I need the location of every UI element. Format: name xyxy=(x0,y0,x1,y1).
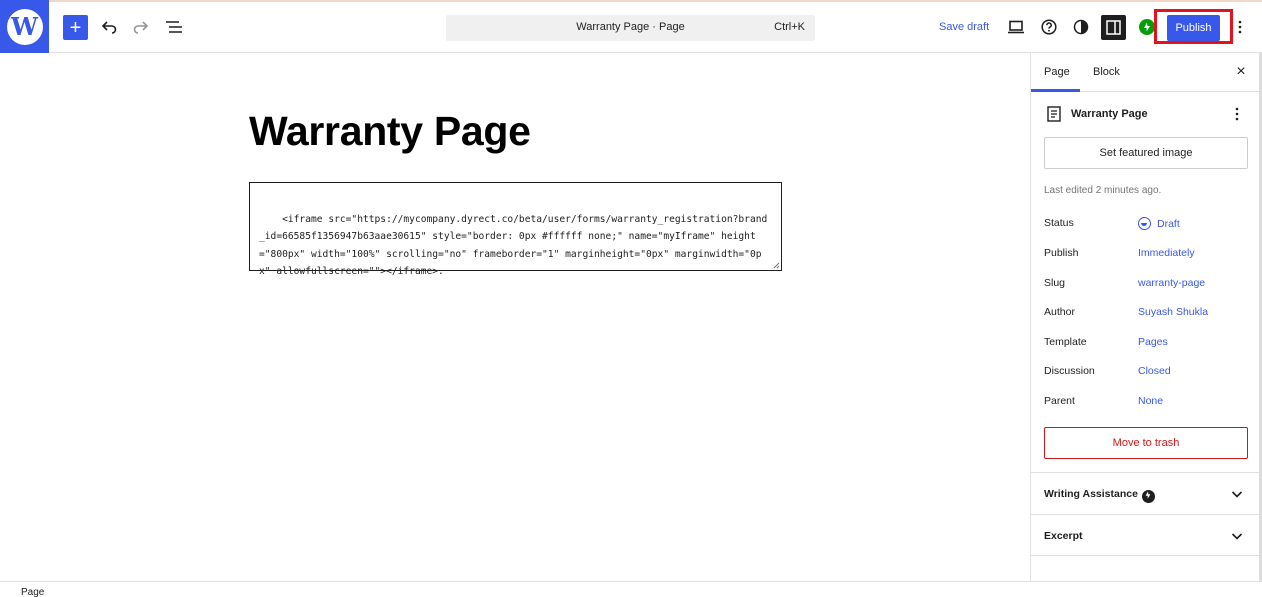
page-title[interactable]: Warranty Page xyxy=(249,108,531,155)
save-draft-button[interactable]: Save draft xyxy=(939,21,989,33)
meta-row-publish: Publish Immediately xyxy=(1044,247,1248,263)
preview-icon[interactable] xyxy=(1006,14,1026,40)
document-title-label: Warranty Page · Page xyxy=(576,21,685,33)
slug-label: Slug xyxy=(1044,277,1066,289)
chevron-down-icon xyxy=(1231,491,1243,498)
html-block-content: <iframe src="https://mycompany.dyrect.co… xyxy=(259,213,768,278)
redo-icon[interactable] xyxy=(130,14,152,40)
meta-row-template: Template Pages xyxy=(1044,336,1248,352)
resize-handle-icon[interactable] xyxy=(772,261,780,269)
sidebar-icon xyxy=(1106,20,1121,35)
parent-value[interactable]: None xyxy=(1138,395,1163,407)
template-value[interactable]: Pages xyxy=(1138,336,1168,348)
set-featured-image-button[interactable]: Set featured image xyxy=(1044,137,1248,169)
close-icon[interactable]: × xyxy=(1234,64,1248,80)
shortcut-hint: Ctrl+K xyxy=(774,21,805,33)
editor-canvas[interactable]: Warranty Page <iframe src="https://mycom… xyxy=(0,53,1030,581)
publish-value[interactable]: Immediately xyxy=(1138,247,1195,259)
document-actions-icon[interactable] xyxy=(1231,105,1243,123)
excerpt-panel[interactable]: Excerpt xyxy=(1031,514,1261,556)
page-document-icon xyxy=(1047,106,1061,122)
command-palette-button[interactable]: Warranty Page · Page Ctrl+K xyxy=(446,15,815,41)
slug-value[interactable]: warranty-page xyxy=(1138,277,1205,289)
breadcrumb-page[interactable]: Page xyxy=(21,587,44,597)
writing-assistance-panel[interactable]: Writing Assistance xyxy=(1031,472,1261,514)
excerpt-title: Excerpt xyxy=(1044,530,1083,542)
settings-sidebar-toggle[interactable] xyxy=(1101,15,1126,40)
status-value[interactable]: Draft xyxy=(1138,217,1180,230)
add-block-button[interactable]: + xyxy=(63,15,88,40)
editor-header: W + Warranty Page · Page Ctrl+K Save dra… xyxy=(0,0,1262,53)
wordpress-logo-button[interactable]: W xyxy=(0,0,49,53)
move-to-trash-button[interactable]: Move to trash xyxy=(1044,427,1248,459)
settings-sidebar: Page Block × Warranty Page Set featured … xyxy=(1030,53,1261,581)
discussion-value[interactable]: Closed xyxy=(1138,365,1171,377)
style-contrast-icon[interactable] xyxy=(1071,14,1091,40)
meta-row-parent: Parent None xyxy=(1044,395,1248,411)
list-view-icon[interactable] xyxy=(162,14,186,40)
meta-row-author: Author Suyash Shukla xyxy=(1044,306,1248,322)
tab-page[interactable]: Page xyxy=(1044,66,1070,78)
html-block-textarea[interactable]: <iframe src="https://mycompany.dyrect.co… xyxy=(249,182,782,277)
parent-label: Parent xyxy=(1044,395,1075,407)
status-label: Status xyxy=(1044,217,1074,229)
more-options-icon[interactable] xyxy=(1234,14,1246,40)
meta-row-status: Status Draft xyxy=(1044,217,1248,233)
author-label: Author xyxy=(1044,306,1075,318)
publish-label: Publish xyxy=(1044,247,1079,259)
meta-row-slug: Slug warranty-page xyxy=(1044,277,1248,293)
jetpack-icon[interactable] xyxy=(1139,19,1155,35)
publish-button[interactable]: Publish xyxy=(1167,15,1220,41)
meta-row-discussion: Discussion Closed xyxy=(1044,365,1248,381)
draft-status-icon xyxy=(1138,217,1151,230)
last-edited-text: Last edited 2 minutes ago. xyxy=(1044,185,1162,196)
template-label: Template xyxy=(1044,336,1087,348)
help-icon[interactable] xyxy=(1039,14,1059,40)
block-breadcrumb-bar: Page xyxy=(0,581,1262,597)
sidebar-tabs: Page Block × xyxy=(1031,53,1261,92)
undo-icon[interactable] xyxy=(98,14,120,40)
document-title: Warranty Page xyxy=(1071,108,1148,120)
jetpack-ai-icon xyxy=(1141,490,1155,503)
writing-assistance-label: Writing Assistance xyxy=(1044,488,1138,500)
author-value[interactable]: Suyash Shukla xyxy=(1138,306,1208,318)
active-tab-indicator xyxy=(1031,89,1080,92)
discussion-label: Discussion xyxy=(1044,365,1095,377)
top-accent-line xyxy=(0,0,1262,2)
chevron-down-icon xyxy=(1231,533,1243,540)
tab-block[interactable]: Block xyxy=(1093,66,1120,78)
status-value-text: Draft xyxy=(1157,218,1180,230)
writing-assistance-title: Writing Assistance xyxy=(1044,488,1155,503)
wordpress-icon: W xyxy=(6,8,43,45)
